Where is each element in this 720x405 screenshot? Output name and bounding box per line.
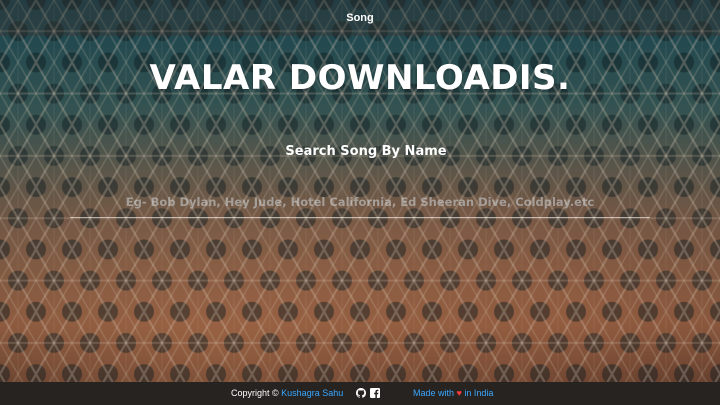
github-icon[interactable] bbox=[356, 388, 367, 398]
search-field-wrapper bbox=[70, 188, 650, 218]
page-title: VALAR DOWNLOADIS. bbox=[149, 58, 571, 98]
footer: Copyright © Kushagra Sahu Made with ♥ in… bbox=[0, 382, 720, 405]
in-india-text: in India bbox=[464, 388, 494, 398]
facebook-icon[interactable] bbox=[370, 388, 380, 398]
search-heading: Search Song By Name bbox=[285, 144, 447, 159]
footer-copyright: Copyright © Kushagra Sahu bbox=[231, 388, 343, 398]
song-search-input[interactable] bbox=[70, 188, 650, 216]
footer-made-with: Made with ♥ in India bbox=[413, 388, 493, 398]
page: Song VALAR DOWNLOADIS. Search Song By Na… bbox=[0, 0, 720, 405]
nav-link-song[interactable]: Song bbox=[346, 12, 374, 24]
top-navbar: Song bbox=[0, 0, 720, 36]
heart-icon: ♥ bbox=[456, 388, 462, 398]
copyright-text: Copyright © bbox=[231, 388, 279, 398]
author-link[interactable]: Kushagra Sahu bbox=[281, 388, 343, 398]
made-with-text: Made with bbox=[413, 388, 455, 398]
